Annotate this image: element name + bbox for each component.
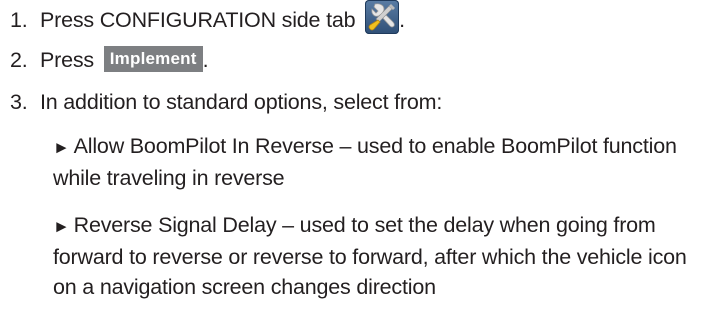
implement-button: Implement [103, 46, 203, 73]
step-number: 1. [10, 8, 28, 32]
bullet-item: ► Reverse Signal Delay – used to set the … [53, 210, 693, 302]
step-2: 2. Press Implement. [10, 46, 209, 73]
bullet-text: Allow BoomPilot In Reverse – used to ena… [53, 134, 677, 190]
bullet-text: Reverse Signal Delay – used to set the d… [53, 213, 687, 299]
step-number: 2. [10, 48, 28, 72]
step-1: 1. Press CONFIGURATION side tab . [10, 0, 405, 35]
configuration-tools-icon [365, 0, 400, 35]
step-text: Press CONFIGURATION side tab [40, 8, 356, 32]
step-text: In addition to standard options, select … [40, 90, 443, 114]
bullet-item: ► Allow BoomPilot In Reverse – used to en… [53, 131, 693, 193]
bullet-arrow-icon: ► [53, 138, 70, 157]
bullet-arrow-icon: ► [53, 217, 70, 236]
instruction-document: 1. Press CONFIGURATION side tab . 2. Press… [0, 0, 702, 314]
step-suffix: . [399, 8, 405, 32]
step-number: 3. [10, 90, 28, 114]
step-3: 3. In addition to standard options, selec… [10, 89, 442, 115]
step-suffix: . [202, 48, 209, 72]
step-text: Press [40, 48, 94, 72]
